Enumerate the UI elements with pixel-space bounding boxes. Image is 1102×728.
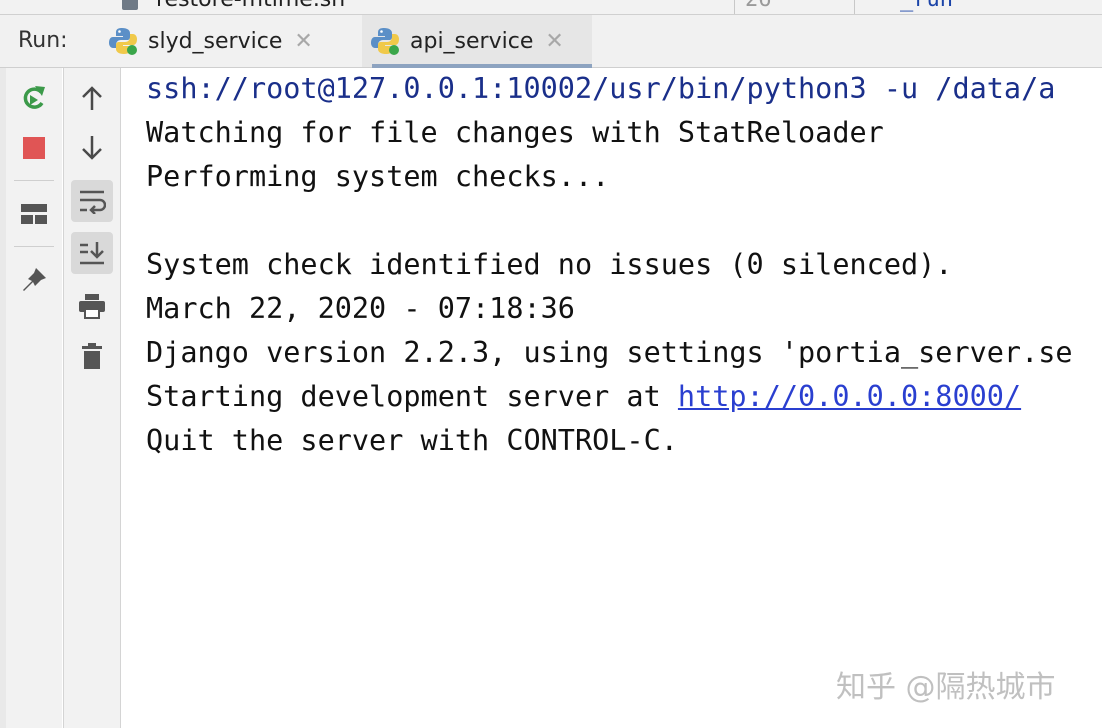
tab-slyd-service[interactable]: slyd_service ✕ xyxy=(108,15,336,67)
divider xyxy=(14,180,54,181)
rerun-icon xyxy=(23,86,45,109)
divider xyxy=(734,0,735,14)
console-command-line: ssh://root@127.0.0.1:10002/usr/bin/pytho… xyxy=(146,72,1056,105)
divider xyxy=(854,0,855,14)
tab-label: slyd_service xyxy=(148,28,283,54)
run-primary-toolbar xyxy=(0,68,62,728)
scroll-up-icon xyxy=(82,86,102,110)
server-url-link[interactable]: http://0.0.0.0:8000/ xyxy=(678,380,1021,413)
console-line: Quit the server with CONTROL-C. xyxy=(146,424,678,457)
tab-label: api_service xyxy=(410,28,534,54)
stop-button[interactable] xyxy=(16,132,52,164)
watermark: 知乎 @隔热城市 xyxy=(836,670,1056,705)
rerun-button[interactable] xyxy=(16,82,52,114)
layout-button[interactable] xyxy=(16,198,52,230)
soft-wrap-icon xyxy=(80,190,106,214)
console-text: Starting development server at xyxy=(146,380,678,413)
python-run-icon xyxy=(370,26,400,56)
pin-button[interactable] xyxy=(16,264,52,296)
print-icon xyxy=(79,294,105,319)
console-line: March 22, 2020 - 07:18:36 xyxy=(146,292,575,325)
line-number: 26 xyxy=(745,0,772,12)
console-line: Watching for file changes with StatReloa… xyxy=(146,116,884,149)
shell-file-icon xyxy=(122,0,138,10)
file-name[interactable]: restore-mtime.sh xyxy=(156,0,345,12)
scroll-to-end-toggle[interactable] xyxy=(71,232,113,274)
pin-icon xyxy=(23,268,46,291)
scroll-down-button[interactable] xyxy=(72,130,112,166)
console-line: System check identified no issues (0 sil… xyxy=(146,248,953,281)
code-fragment: _run xyxy=(900,0,953,12)
close-icon[interactable]: ✕ xyxy=(545,29,563,54)
console-output[interactable]: ssh://root@127.0.0.1:10002/usr/bin/pytho… xyxy=(122,68,1102,728)
console-line: Django version 2.2.3, using settings 'po… xyxy=(146,336,1073,369)
soft-wrap-toggle[interactable] xyxy=(71,180,113,222)
stop-icon xyxy=(23,137,45,159)
divider xyxy=(14,246,54,247)
clear-all-button[interactable] xyxy=(72,338,112,374)
scroll-down-icon xyxy=(82,136,102,160)
python-run-icon xyxy=(108,26,138,56)
trash-icon xyxy=(82,343,102,369)
console-line-server: Starting development server at http://0.… xyxy=(146,380,1021,413)
console-line: Performing system checks... xyxy=(146,160,610,193)
editor-top-strip: restore-mtime.sh 26 _run xyxy=(0,0,1102,15)
close-icon[interactable]: ✕ xyxy=(294,29,312,54)
scroll-up-button[interactable] xyxy=(72,80,112,116)
scroll-to-end-icon xyxy=(80,242,104,265)
tab-api-service[interactable]: api_service ✕ xyxy=(362,15,592,68)
print-button[interactable] xyxy=(72,288,112,324)
layout-icon xyxy=(21,204,47,224)
run-tab-bar: Run: slyd_service ✕ api_service ✕ xyxy=(0,15,1102,68)
run-secondary-toolbar xyxy=(63,68,121,728)
run-label: Run: xyxy=(18,28,68,53)
